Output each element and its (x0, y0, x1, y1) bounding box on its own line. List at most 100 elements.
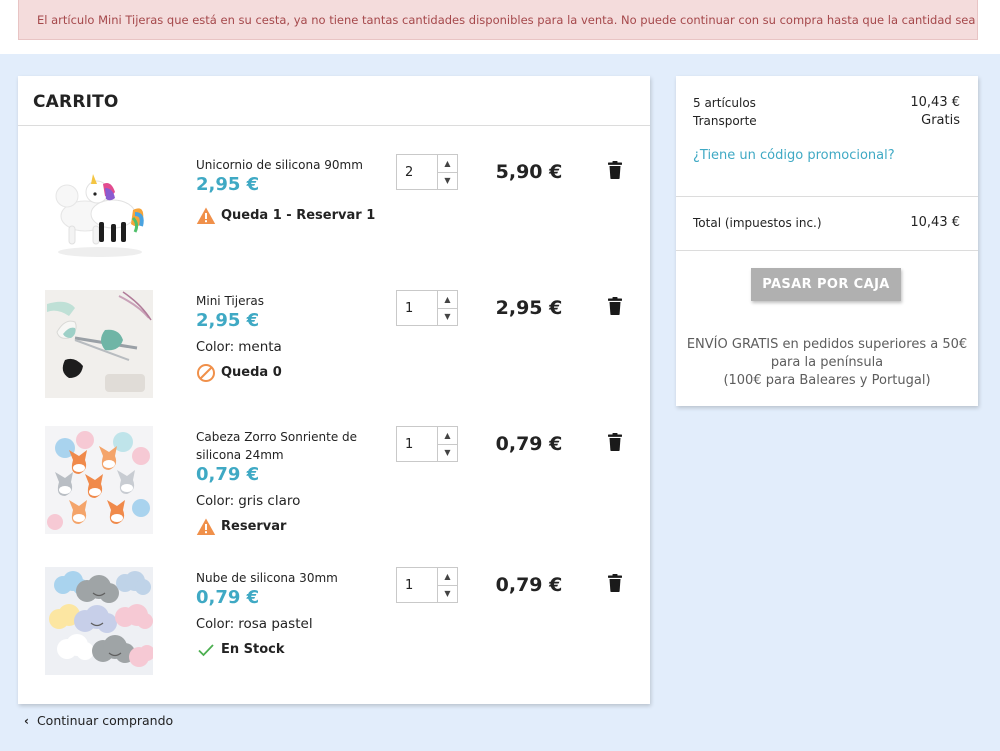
product-image-mini-tijeras[interactable] (45, 290, 153, 398)
quantity-input[interactable] (397, 155, 437, 189)
stock-status: En Stock (196, 640, 376, 660)
trash-icon (608, 297, 622, 315)
line-total: 0,79 € (495, 433, 563, 455)
quantity-input[interactable] (397, 291, 437, 325)
checkout-button[interactable]: PASAR POR CAJA (751, 268, 901, 301)
attribute-label: Color: (196, 340, 235, 355)
product-price: 0,79 € (196, 587, 260, 608)
summary-shipping-value: Gratis (921, 113, 960, 128)
product-name[interactable]: Cabeza Zorro Sonriente de silicona 24mm (196, 428, 376, 464)
attribute-value: rosa pastel (238, 616, 313, 632)
free-shipping-note: ENVÍO GRATIS en pedidos superiores a 50€… (676, 336, 978, 390)
product-info: Nube de silicona 30mm 0,79 € Color: rosa… (196, 569, 376, 660)
chevron-down-icon: ▼ (444, 312, 451, 322)
quantity-input[interactable] (397, 427, 437, 461)
trash-icon (608, 574, 622, 592)
product-name[interactable]: Mini Tijeras (196, 292, 376, 310)
line-total: 0,79 € (495, 574, 563, 596)
free-shipping-note-line: (100€ para Baleares y Portugal) (723, 373, 931, 388)
warning-triangle-icon (196, 206, 216, 226)
product-price: 0,79 € (196, 464, 260, 485)
product-attribute: Color: gris claro (196, 492, 376, 511)
chevron-down-icon: ▼ (444, 176, 451, 186)
quantity-buttons: ▲ ▼ (437, 291, 457, 325)
quantity-decrease-button[interactable]: ▼ (438, 171, 457, 190)
remove-item-button[interactable] (608, 574, 622, 592)
line-total: 2,95 € (495, 297, 563, 319)
quantity-buttons: ▲ ▼ (437, 155, 457, 189)
free-shipping-note-line: ENVÍO GRATIS en pedidos superiores a 50€ (686, 337, 968, 352)
product-attribute: Color: rosa pastel (196, 615, 376, 634)
quantity-decrease-button[interactable]: ▼ (438, 443, 457, 462)
remove-item-button[interactable] (608, 297, 622, 315)
summary-divider (676, 250, 978, 251)
quantity-stepper: ▲ ▼ (396, 290, 458, 326)
summary-items-row: 5 artículos 10,43 € (693, 94, 960, 112)
summary-items-label: 5 artículos (693, 96, 756, 110)
chevron-up-icon: ▲ (444, 158, 451, 168)
trash-icon (608, 161, 622, 179)
remove-item-button[interactable] (608, 433, 622, 451)
product-info: Unicornio de silicona 90mm 2,95 € Queda … (196, 156, 376, 226)
product-name[interactable]: Unicornio de silicona 90mm (196, 156, 376, 174)
quantity-buttons: ▲ ▼ (437, 568, 457, 602)
quantity-stepper: ▲ ▼ (396, 426, 458, 462)
summary-shipping-label: Transporte (693, 114, 757, 128)
product-image-unicornio[interactable] (45, 154, 153, 262)
summary-divider (676, 196, 978, 197)
chevron-up-icon: ▲ (444, 294, 451, 304)
quantity-stepper: ▲ ▼ (396, 154, 458, 190)
quantity-decrease-button[interactable]: ▼ (438, 307, 457, 326)
attribute-label: Color: (196, 494, 235, 509)
free-shipping-note-line: para la península (770, 355, 884, 370)
chevron-up-icon: ▲ (444, 571, 451, 581)
promo-code-link[interactable]: ¿Tiene un código promocional? (693, 148, 895, 163)
checkmark-icon (196, 640, 216, 660)
quantity-decrease-button[interactable]: ▼ (438, 584, 457, 603)
cart-panel: CARRITO Unicornio de silicona 90mm 2,95 … (18, 76, 650, 704)
product-info: Cabeza Zorro Sonriente de silicona 24mm … (196, 428, 376, 537)
stock-status-text: En Stock (221, 642, 285, 657)
warning-triangle-icon (196, 517, 216, 537)
chevron-down-icon: ▼ (444, 448, 451, 458)
product-price: 2,95 € (196, 174, 260, 195)
quantity-input[interactable] (397, 568, 437, 602)
stock-status: Reservar (196, 517, 376, 537)
chevron-up-icon: ▲ (444, 430, 451, 440)
stock-alert-message: El artículo Mini Tijeras que está en su … (37, 13, 978, 27)
remove-item-button[interactable] (608, 161, 622, 179)
stock-status: Queda 1 - Reservar 1 (196, 206, 376, 226)
continue-shopping-link[interactable]: ‹ Continuar comprando (24, 713, 173, 728)
quantity-increase-button[interactable]: ▲ (438, 155, 457, 172)
continue-shopping-label: Continuar comprando (36, 713, 174, 728)
summary-shipping-row: Transporte Gratis (693, 112, 960, 130)
cart-title: CARRITO (18, 76, 650, 126)
quantity-increase-button[interactable]: ▲ (438, 568, 457, 585)
product-info: Mini Tijeras 2,95 € Color: menta Queda 0 (196, 292, 376, 383)
summary-total-value: 10,43 € (910, 215, 960, 230)
summary-total-label: Total (impuestos inc.) (693, 216, 822, 230)
chevron-left-icon: ‹ (24, 713, 29, 728)
product-image-nube[interactable] (45, 567, 153, 675)
stock-status: Queda 0 (196, 363, 376, 383)
stock-status-text: Queda 0 (221, 365, 282, 380)
stock-status-text: Reservar (221, 519, 287, 534)
stock-status-text: Queda 1 - Reservar 1 (221, 208, 376, 223)
summary-items-value: 10,43 € (910, 95, 960, 110)
order-summary: 5 artículos 10,43 € Transporte Gratis ¿T… (676, 76, 978, 406)
product-name[interactable]: Nube de silicona 30mm (196, 569, 376, 587)
quantity-stepper: ▲ ▼ (396, 567, 458, 603)
product-image-cabeza-zorro[interactable] (45, 426, 153, 534)
quantity-increase-button[interactable]: ▲ (438, 291, 457, 308)
product-attribute: Color: menta (196, 338, 376, 357)
line-total: 5,90 € (495, 161, 563, 183)
stock-alert: El artículo Mini Tijeras que está en su … (18, 0, 978, 40)
attribute-value: gris claro (238, 493, 301, 509)
product-price: 2,95 € (196, 310, 260, 331)
trash-icon (608, 433, 622, 451)
chevron-down-icon: ▼ (444, 589, 451, 599)
attribute-label: Color: (196, 617, 235, 632)
attribute-value: menta (238, 339, 282, 355)
quantity-buttons: ▲ ▼ (437, 427, 457, 461)
quantity-increase-button[interactable]: ▲ (438, 427, 457, 444)
